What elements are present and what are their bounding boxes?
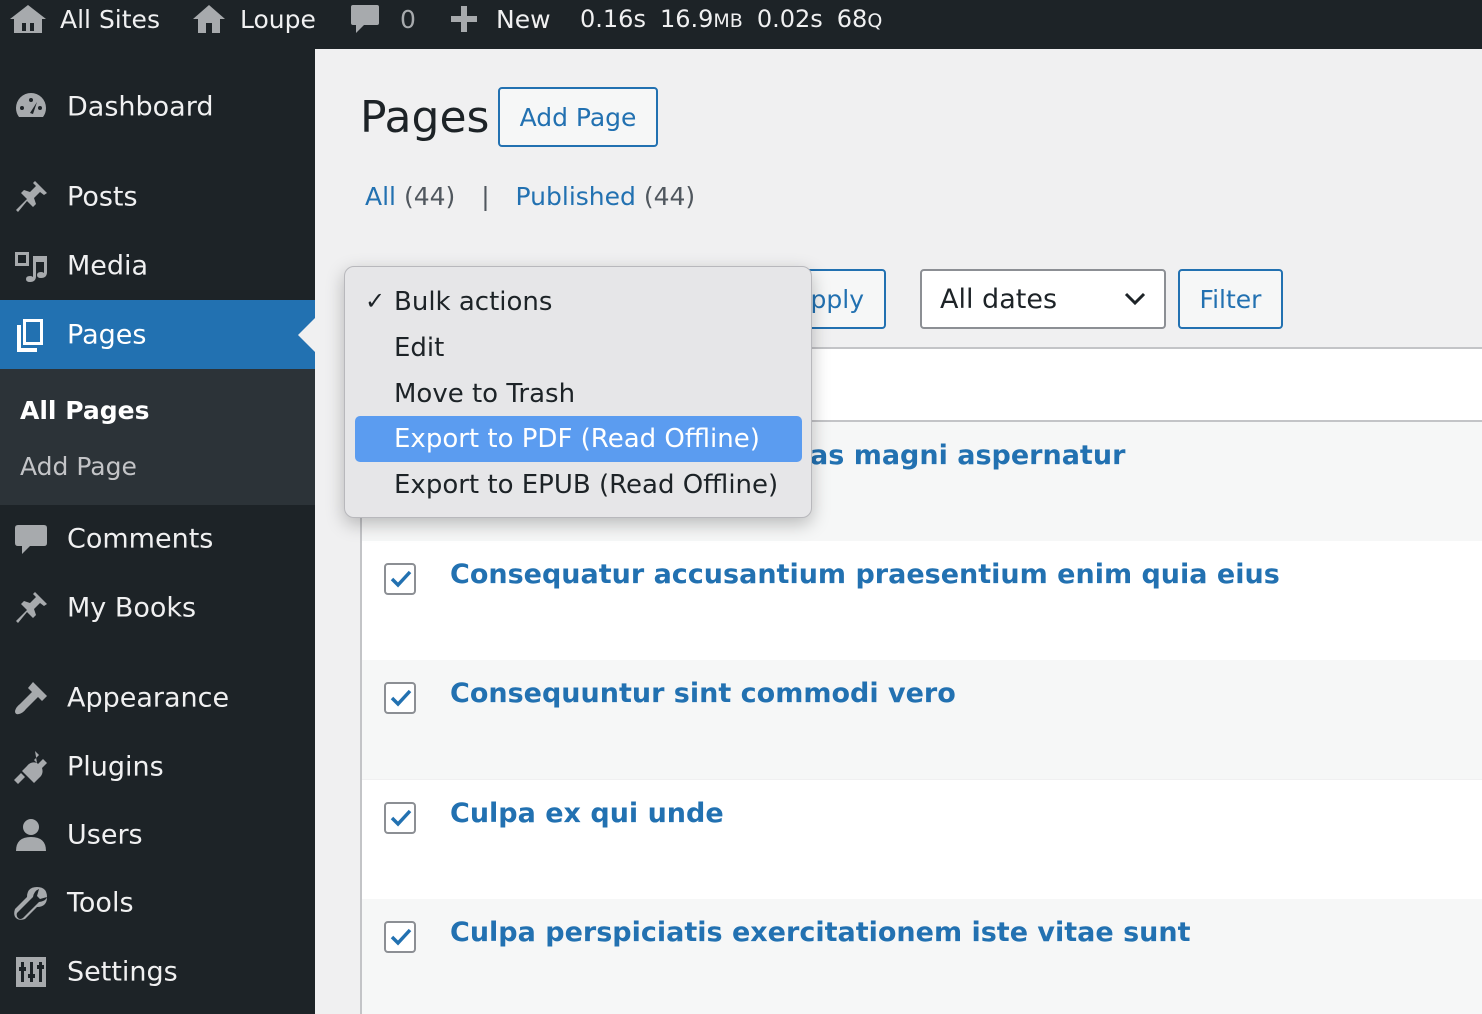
- plugin-icon: [13, 749, 49, 785]
- menu-item-comments[interactable]: Comments: [0, 509, 315, 569]
- filter-published-count: (44): [643, 182, 696, 211]
- row-checkbox[interactable]: [384, 802, 416, 834]
- submenu-all-pages[interactable]: All Pages: [20, 396, 149, 425]
- pin-icon: [13, 179, 49, 215]
- menu-item-pages[interactable]: Pages: [0, 300, 315, 369]
- new-label: New: [496, 4, 551, 34]
- pages-icon: [13, 317, 49, 353]
- menu-label-settings: Settings: [67, 956, 178, 988]
- row-title-link[interactable]: Consequatur accusantium praesentium enim…: [450, 559, 1280, 590]
- filter-separator: |: [481, 182, 490, 211]
- menu-label-my-books: My Books: [67, 592, 197, 624]
- comment-icon: [13, 521, 49, 557]
- row-title-link[interactable]: Consequuntur sint commodi vero: [450, 678, 956, 709]
- filter-published-link[interactable]: Published: [516, 182, 636, 211]
- menu-item-my-books[interactable]: My Books: [0, 578, 315, 638]
- row-checkbox[interactable]: [384, 921, 416, 953]
- admin-bar: All Sites Loupe 0 New 0.16s 16.9MB 0.02s…: [0, 0, 1482, 49]
- menu-label-pages: Pages: [67, 319, 147, 350]
- network-icon: [8, 3, 48, 35]
- dashboard-icon: [13, 89, 49, 125]
- menu-item-dashboard[interactable]: Dashboard: [0, 77, 315, 137]
- menu-label-media: Media: [67, 250, 149, 282]
- table-row: Consequuntur sint commodi vero: [362, 660, 1482, 779]
- bulk-option-export-epub[interactable]: Export to EPUB (Read Offline): [355, 462, 802, 508]
- checkmark-icon: [390, 570, 412, 588]
- pages-submenu: All Pages Add Page: [0, 369, 315, 505]
- new-content-menu[interactable]: New: [450, 0, 551, 38]
- comment-icon: [350, 3, 380, 35]
- table-row: Culpa ex qui unde: [362, 780, 1482, 899]
- filter-all-count: (44): [403, 182, 456, 211]
- row-checkbox[interactable]: [384, 682, 416, 714]
- row-title-link[interactable]: Culpa ex qui unde: [450, 798, 724, 829]
- menu-item-users[interactable]: Users: [0, 805, 315, 865]
- home-icon: [192, 3, 226, 35]
- menu-item-appearance[interactable]: Appearance: [0, 668, 315, 728]
- submenu-add-page[interactable]: Add Page: [20, 452, 137, 481]
- status-filter-links: All (44) | Published (44): [365, 182, 695, 211]
- menu-item-plugins[interactable]: Plugins: [0, 737, 315, 797]
- row-title-link[interactable]: as magni aspernatur: [810, 440, 1125, 471]
- table-row: Consequatur accusantium praesentium enim…: [362, 541, 1482, 660]
- query-monitor-stats[interactable]: 0.16s 16.9MB 0.02s 68Q: [580, 0, 882, 38]
- stat-page-time: 0.16s: [580, 5, 646, 33]
- bulk-actions-dropdown: ✓ Bulk actions Edit Move to Trash Export…: [344, 266, 812, 518]
- checkmark-icon: [390, 689, 412, 707]
- filter-button[interactable]: Filter: [1178, 269, 1283, 329]
- add-page-button[interactable]: Add Page: [498, 87, 658, 147]
- menu-item-settings[interactable]: Settings: [0, 942, 315, 1002]
- filter-all-link[interactable]: All: [365, 182, 396, 211]
- menu-label-plugins: Plugins: [67, 751, 164, 783]
- menu-label-dashboard: Dashboard: [67, 91, 214, 123]
- bulk-option-export-pdf[interactable]: Export to PDF (Read Offline): [355, 416, 802, 462]
- bulk-option-move-to-trash[interactable]: Move to Trash: [355, 371, 802, 417]
- checkmark-icon: [390, 928, 412, 946]
- table-row: Culpa perspiciatis exercitationem iste v…: [362, 899, 1482, 1014]
- user-icon: [13, 817, 49, 853]
- checkmark-icon: ✓: [365, 287, 386, 315]
- menu-label-appearance: Appearance: [67, 682, 230, 714]
- menu-label-comments: Comments: [67, 523, 214, 555]
- brush-icon: [13, 680, 49, 716]
- row-title-link[interactable]: Culpa perspiciatis exercitationem iste v…: [450, 917, 1191, 948]
- menu-label-tools: Tools: [67, 887, 134, 919]
- all-sites-label: All Sites: [60, 4, 160, 34]
- wrench-icon: [13, 885, 49, 921]
- stat-queries: 68Q: [836, 5, 883, 33]
- date-filter-select[interactable]: All dates: [920, 269, 1166, 329]
- plus-icon: [450, 5, 478, 33]
- stat-memory: 16.9MB: [659, 5, 743, 33]
- menu-item-media[interactable]: Media: [0, 236, 315, 296]
- all-sites-menu[interactable]: All Sites: [8, 0, 160, 38]
- admin-sidebar: Dashboard Posts Media Pages All Pages Ad…: [0, 49, 315, 1014]
- site-name-menu[interactable]: Loupe: [192, 0, 316, 38]
- page-title: Pages: [360, 92, 490, 143]
- settings-icon: [13, 954, 49, 990]
- bulk-option-edit[interactable]: Edit: [355, 325, 802, 371]
- media-icon: [13, 248, 49, 284]
- current-menu-arrow: [298, 317, 315, 352]
- site-name-label: Loupe: [240, 4, 316, 34]
- comments-link[interactable]: 0: [350, 0, 416, 38]
- row-checkbox[interactable]: [384, 563, 416, 595]
- menu-label-posts: Posts: [67, 181, 138, 213]
- date-filter-value: All dates: [940, 283, 1058, 315]
- menu-item-posts[interactable]: Posts: [0, 167, 315, 227]
- bulk-option-bulk-actions[interactable]: ✓ Bulk actions: [355, 279, 802, 325]
- stat-db-time: 0.02s: [756, 5, 823, 33]
- checkmark-icon: [390, 809, 412, 827]
- menu-label-users: Users: [67, 819, 143, 851]
- pin-icon: [13, 590, 49, 626]
- menu-item-tools[interactable]: Tools: [0, 873, 315, 933]
- comments-count: 0: [400, 4, 416, 34]
